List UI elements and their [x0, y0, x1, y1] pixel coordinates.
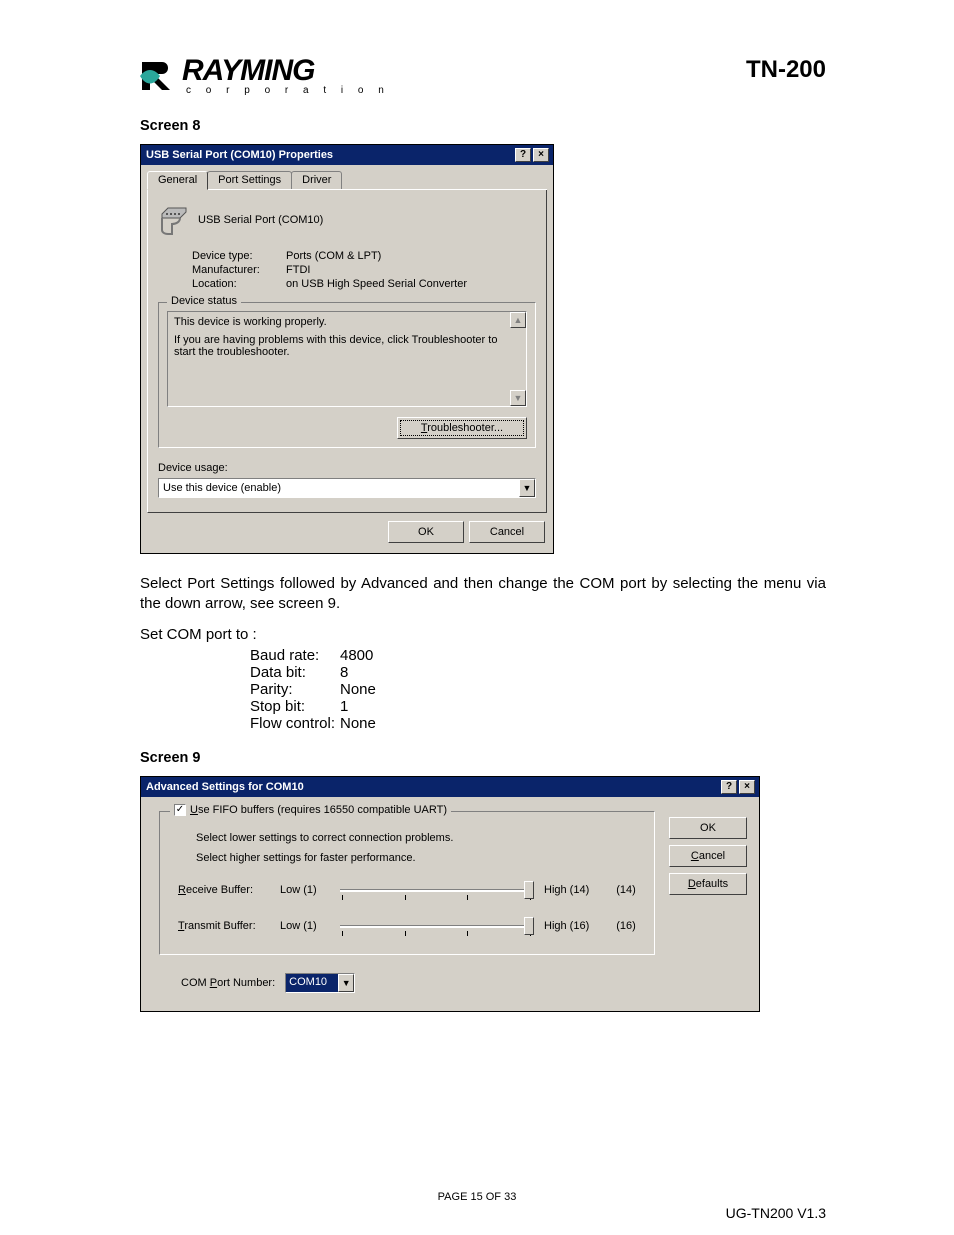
comport-label: COM Port Number:	[181, 977, 275, 989]
status-line-1: This device is working properly.	[174, 316, 520, 328]
dialog2-title: Advanced Settings for COM10	[146, 781, 304, 793]
device-status-textbox: This device is working properly. If you …	[167, 311, 527, 407]
page-header: RAYMING c o r p o r a t i o n TN-200	[140, 56, 826, 96]
help-button[interactable]: ?	[515, 148, 531, 162]
advanced-settings-dialog: Advanced Settings for COM10 ? × ✓ Use FI…	[140, 776, 760, 1012]
device-name: USB Serial Port (COM10)	[198, 214, 323, 226]
logo: RAYMING c o r p o r a t i o n	[140, 56, 390, 96]
device-type-value: Ports (COM & LPT)	[286, 250, 381, 262]
tab-port-settings[interactable]: Port Settings	[207, 171, 292, 189]
transmit-value: (16)	[612, 920, 640, 932]
chevron-down-icon[interactable]: ▼	[338, 974, 354, 992]
ok-button[interactable]: OK	[388, 521, 464, 543]
flow-value: None	[340, 715, 376, 732]
slider-thumb-icon[interactable]	[524, 917, 534, 935]
baud-value: 4800	[340, 647, 373, 664]
titlebar: USB Serial Port (COM10) Properties ? ×	[141, 145, 553, 165]
slider-thumb-icon[interactable]	[524, 881, 534, 899]
flow-label: Flow control:	[250, 715, 340, 732]
scroll-up-icon[interactable]: ▲	[510, 312, 526, 328]
help-button-2[interactable]: ?	[721, 780, 737, 794]
logo-brand: RAYMING	[182, 56, 390, 86]
location-label: Location:	[192, 278, 286, 290]
stopbit-value: 1	[340, 698, 348, 715]
parity-label: Parity:	[250, 681, 340, 698]
receive-buffer-label: Receive Buffer:	[178, 884, 270, 896]
fifo-hint-1: Select lower settings to correct connect…	[196, 832, 640, 844]
scroll-down-icon[interactable]: ▼	[510, 390, 526, 406]
scrollbar[interactable]: ▲ ▼	[510, 312, 526, 406]
instruction-paragraph-1: Select Port Settings followed by Advance…	[140, 574, 826, 615]
screen8-label: Screen 8	[140, 118, 826, 134]
tab-driver[interactable]: Driver	[291, 171, 342, 189]
fifo-hint-2: Select higher settings for faster perfor…	[196, 852, 640, 864]
logo-subtitle: c o r p o r a t i o n	[186, 86, 390, 96]
cancel-button[interactable]: Cancel	[469, 521, 545, 543]
comport-dropdown[interactable]: COM10 ▼	[285, 973, 355, 993]
device-usage-label: Device usage:	[158, 462, 536, 474]
databit-label: Data bit:	[250, 664, 340, 681]
tabstrip: General Port Settings Driver	[147, 171, 547, 190]
document-model: TN-200	[746, 56, 826, 84]
defaults-button[interactable]: Defaults	[669, 873, 747, 895]
manufacturer-label: Manufacturer:	[192, 264, 286, 276]
parity-value: None	[340, 681, 376, 698]
serial-port-icon	[158, 204, 190, 236]
close-button-2[interactable]: ×	[739, 780, 755, 794]
receive-buffer-row: Receive Buffer: Low (1) High (14) (14)	[178, 880, 640, 900]
databit-value: 8	[340, 664, 348, 681]
tab-panel-general: USB Serial Port (COM10) Device type:Port…	[147, 190, 547, 513]
transmit-low-label: Low (1)	[280, 920, 328, 932]
document-version: UG-TN200 V1.3	[726, 1205, 826, 1221]
status-line-2: If you are having problems with this dev…	[174, 334, 520, 358]
device-type-label: Device type:	[192, 250, 286, 262]
tab-general[interactable]: General	[147, 171, 208, 190]
fifo-checkbox[interactable]: ✓	[174, 804, 186, 816]
device-usage-dropdown[interactable]: Use this device (enable) ▼	[158, 478, 536, 498]
receive-high-label: High (14)	[544, 884, 602, 896]
transmit-slider[interactable]	[338, 916, 534, 936]
troubleshooter-button[interactable]: TTroubleshooter...roubleshooter...	[397, 417, 527, 439]
baud-label: Baud rate:	[250, 647, 340, 664]
set-com-heading: Set COM port to :	[140, 625, 826, 645]
titlebar-2: Advanced Settings for COM10 ? ×	[141, 777, 759, 797]
page-number: PAGE 15 OF 33	[0, 1191, 954, 1203]
transmit-buffer-row: Transmit Buffer: Low (1) High (16) (16)	[178, 916, 640, 936]
device-status-group: Device status This device is working pro…	[158, 302, 536, 448]
cancel-button-2[interactable]: Cancel	[669, 845, 747, 867]
transmit-buffer-label: Transmit Buffer:	[178, 920, 270, 932]
receive-low-label: Low (1)	[280, 884, 328, 896]
transmit-high-label: High (16)	[544, 920, 602, 932]
receive-value: (14)	[612, 884, 640, 896]
fifo-label: Use FIFO buffers (requires 16550 compati…	[190, 804, 447, 816]
screen9-label: Screen 9	[140, 750, 826, 766]
logo-mark-icon	[140, 56, 180, 94]
stopbit-label: Stop bit:	[250, 698, 340, 715]
device-properties-dialog: USB Serial Port (COM10) Properties ? × G…	[140, 144, 554, 554]
fifo-group: ✓ Use FIFO buffers (requires 16550 compa…	[159, 811, 655, 955]
close-button[interactable]: ×	[533, 148, 549, 162]
manufacturer-value: FTDI	[286, 264, 310, 276]
ok-button-2[interactable]: OK	[669, 817, 747, 839]
device-status-legend: Device status	[167, 295, 241, 307]
location-value: on USB High Speed Serial Converter	[286, 278, 467, 290]
device-usage-value: Use this device (enable)	[163, 482, 281, 494]
com-settings-list: Baud rate:4800 Data bit:8 Parity:None St…	[250, 647, 826, 732]
chevron-down-icon[interactable]: ▼	[519, 479, 535, 497]
comport-value: COM10	[286, 974, 338, 992]
dialog-title: USB Serial Port (COM10) Properties	[146, 149, 333, 161]
receive-slider[interactable]	[338, 880, 534, 900]
